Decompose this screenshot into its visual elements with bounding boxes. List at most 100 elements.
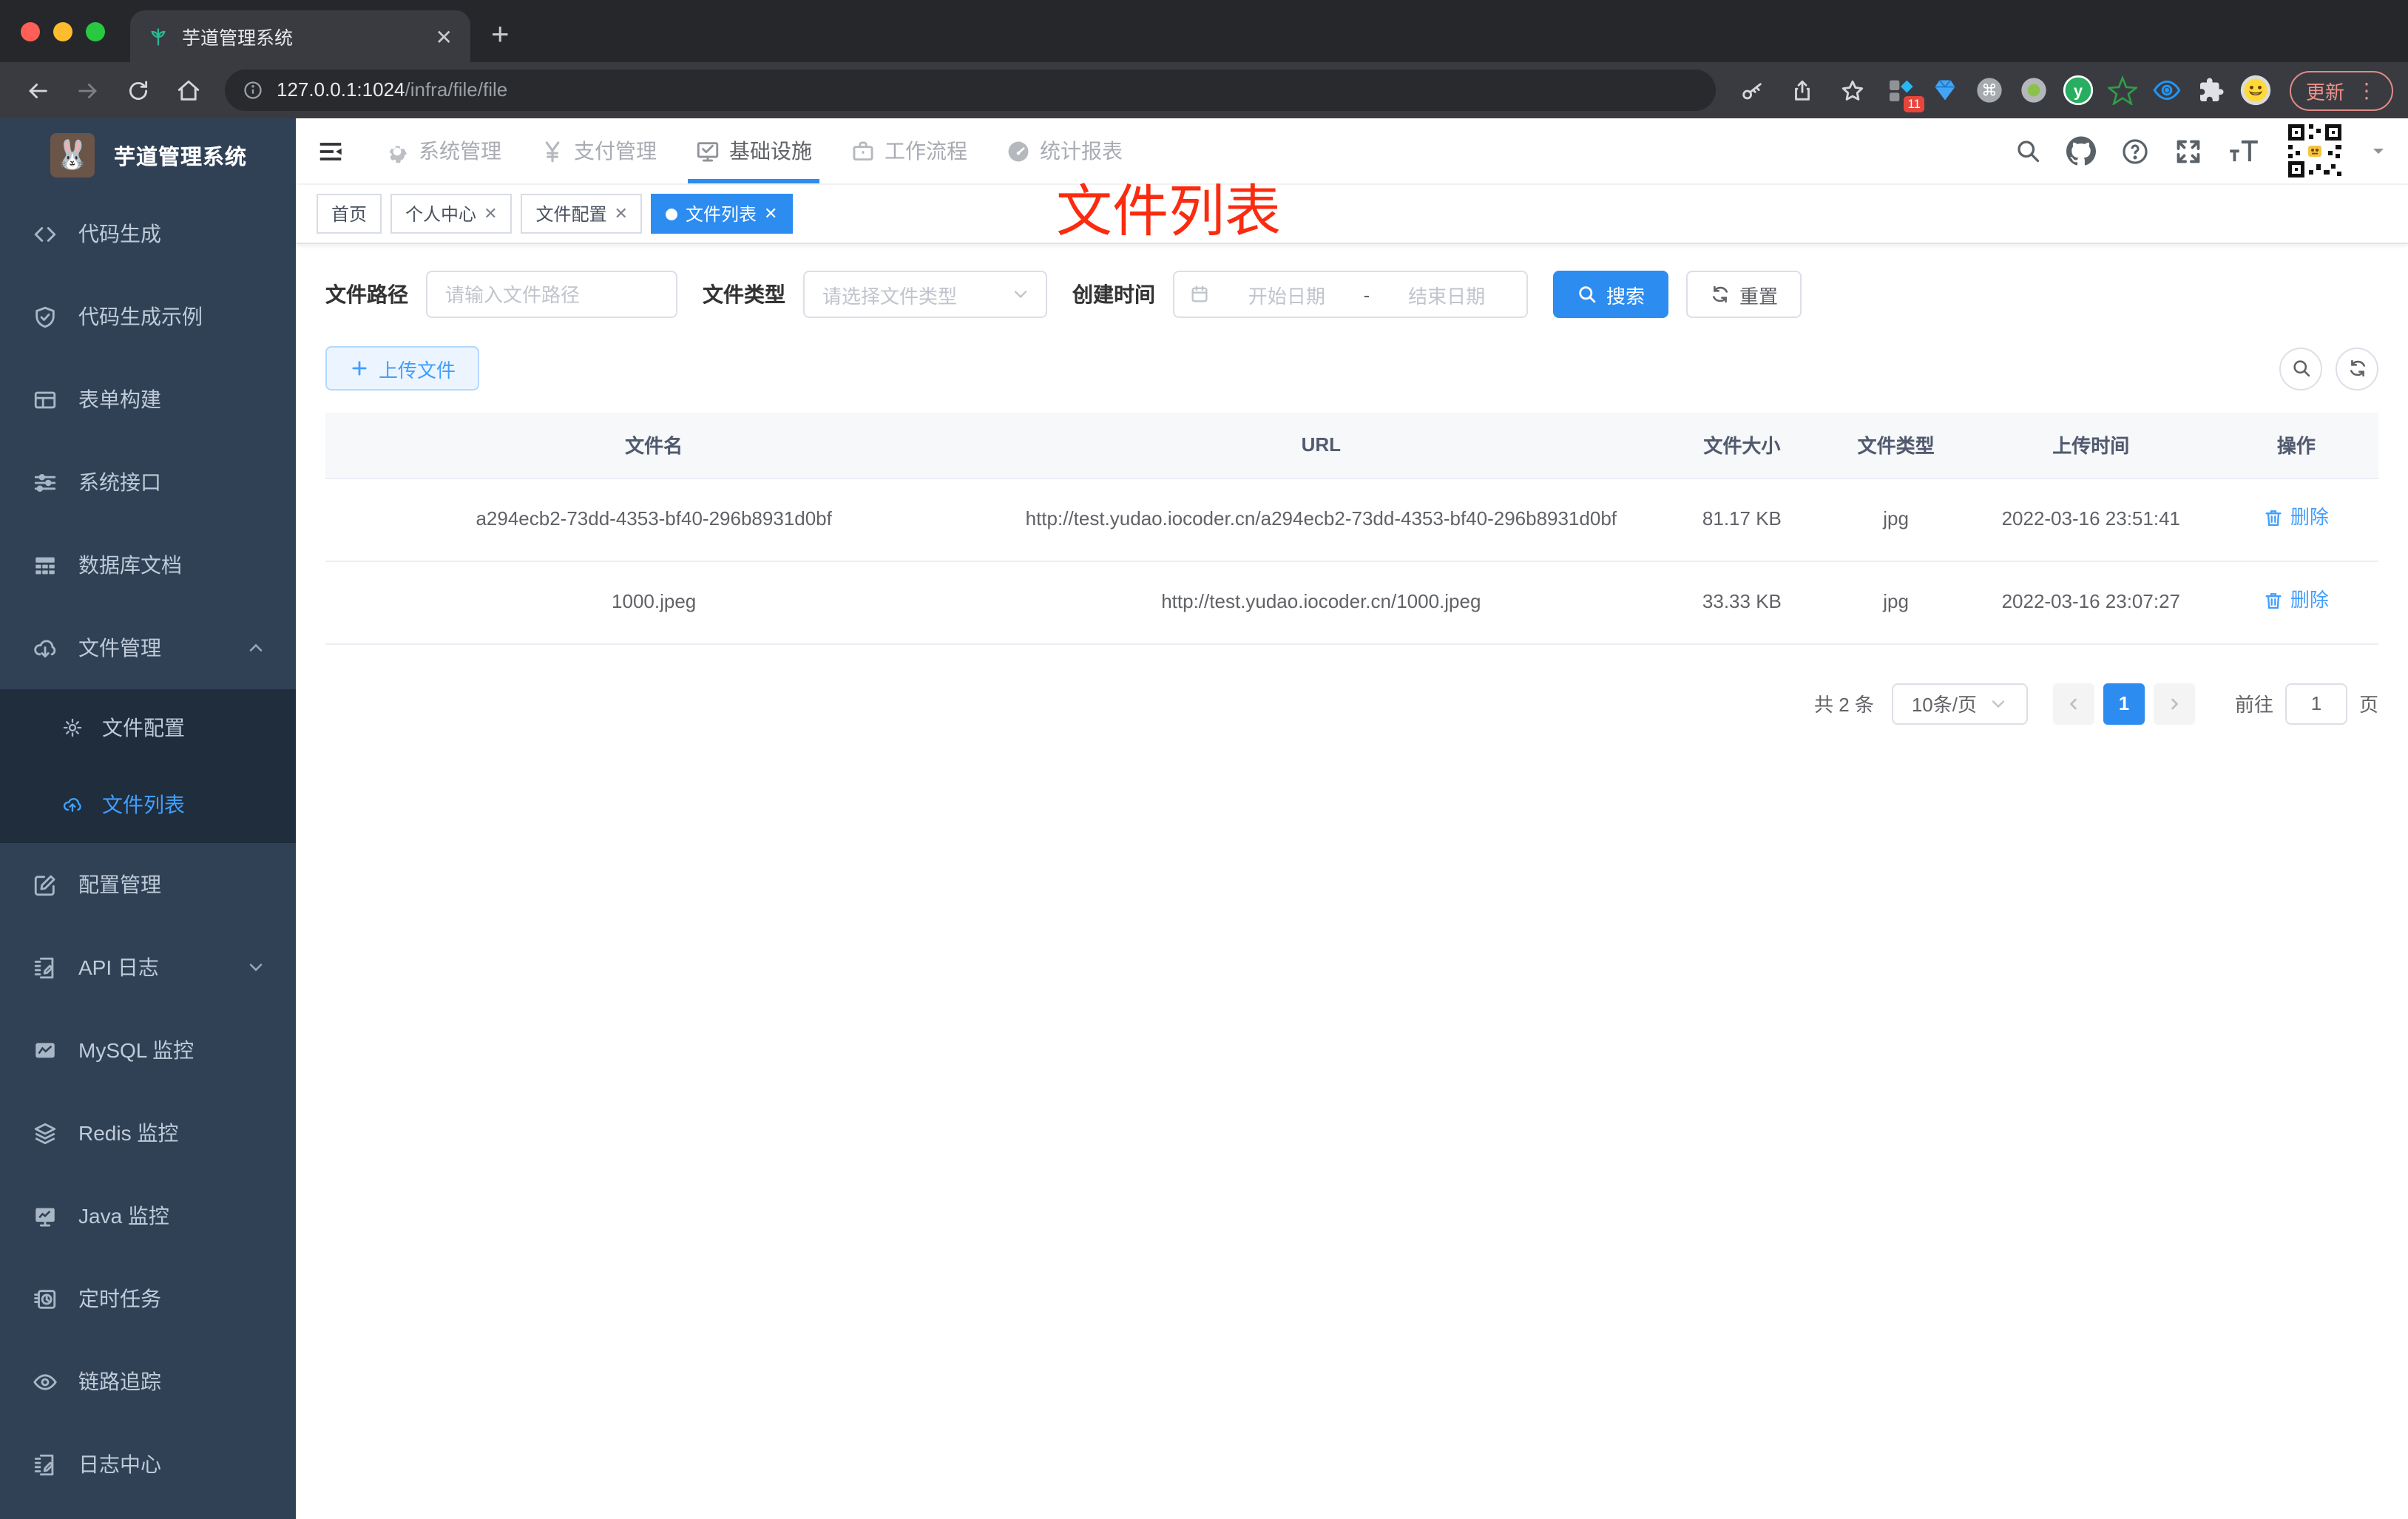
red-annotation-text: 文件列表	[1056, 182, 1282, 244]
tag-home[interactable]: 首页	[317, 194, 382, 234]
browser-tab[interactable]: 芋道管理系统 ✕	[130, 10, 470, 62]
toggle-search-button[interactable]	[2279, 347, 2322, 390]
extension-gem-icon[interactable]	[1926, 71, 1964, 109]
extension-eye-target-icon[interactable]	[2148, 71, 2186, 109]
prev-page-button[interactable]	[2052, 683, 2094, 725]
file-path-input[interactable]	[426, 271, 677, 318]
upload-button-label: 上传文件	[379, 359, 456, 381]
extension-command-icon[interactable]: ⌘	[1970, 71, 2009, 109]
cell-filesize: 33.33 KB	[1660, 561, 1824, 645]
sidebar-item-mysql-monitor[interactable]: MySQL 监控	[0, 1009, 296, 1092]
maximize-window-button[interactable]	[86, 22, 105, 41]
nav-item-workflow[interactable]: 工作流程	[831, 118, 987, 183]
bookmark-star-icon[interactable]	[1831, 68, 1876, 112]
sidebar-item-db-doc[interactable]: 数据库文档	[0, 524, 296, 606]
refresh-icon	[1712, 285, 1728, 303]
database-grid-icon	[35, 556, 55, 574]
sidebar-item-redis-monitor[interactable]: Redis 监控	[0, 1092, 296, 1174]
tag-close-icon[interactable]: ✕	[615, 204, 628, 223]
col-header-filename: 文件名	[325, 413, 983, 478]
nav-item-infrastructure[interactable]: 基础设施	[676, 118, 831, 183]
sidebar-item-config-management[interactable]: 配置管理	[0, 843, 296, 926]
sidebar-item-file-list[interactable]: 文件列表	[0, 766, 296, 843]
sidebar-item-form-builder[interactable]: 表单构建	[0, 358, 296, 441]
table-header-row: 文件名 URL 文件大小 文件类型 上传时间 操作	[325, 413, 2378, 478]
minimize-window-button[interactable]	[53, 22, 72, 41]
fullscreen-icon[interactable]	[2174, 137, 2202, 165]
sidebar-item-log-center[interactable]: 日志中心	[0, 1423, 296, 1506]
nav-item-label: 基础设施	[729, 139, 812, 163]
tag-close-icon[interactable]: ✕	[484, 204, 497, 223]
sidebar-item-code-gen-example[interactable]: 代码生成示例	[0, 275, 296, 358]
end-date-placeholder[interactable]: 结束日期	[1381, 280, 1512, 308]
extension-tampermonkey-icon[interactable]: 11	[1881, 71, 1924, 112]
extension-gray-dot-icon[interactable]	[2015, 71, 2053, 109]
refresh-table-button[interactable]	[2336, 347, 2378, 390]
nav-item-reports[interactable]: 统计报表	[987, 118, 1142, 183]
forward-button[interactable]	[65, 68, 109, 112]
sidebar-item-file-config[interactable]: 文件配置	[0, 689, 296, 766]
page-jump-input[interactable]	[2284, 683, 2347, 725]
date-range-picker[interactable]: 开始日期 - 结束日期	[1173, 271, 1528, 318]
new-tab-button[interactable]: +	[491, 19, 510, 50]
tag-file-config[interactable]: 文件配置 ✕	[521, 194, 643, 234]
sidebar-item-system-api[interactable]: 系统接口	[0, 441, 296, 524]
github-icon[interactable]	[2066, 136, 2096, 166]
sidebar-item-scheduled-jobs[interactable]: 定时任务	[0, 1257, 296, 1340]
file-type-select[interactable]: 请选择文件类型	[803, 271, 1047, 318]
delete-label: 删除	[2290, 505, 2329, 527]
sidebar-item-tracing[interactable]: 链路追踪	[0, 1340, 296, 1423]
trash-icon	[2266, 592, 2282, 609]
next-page-button[interactable]	[2153, 683, 2195, 725]
page-number-current[interactable]: 1	[2103, 683, 2145, 725]
url-bar[interactable]: 127.0.0.1:1024/infra/file/file	[225, 70, 1716, 111]
start-date-placeholder[interactable]: 开始日期	[1222, 280, 1352, 308]
avatar-caret-down-icon[interactable]	[2370, 142, 2387, 160]
tag-file-list[interactable]: 文件列表 ✕	[651, 194, 793, 234]
browser-update-button[interactable]: 更新 ⋮	[2289, 70, 2393, 110]
sidebar-item-file-management[interactable]: 文件管理	[0, 606, 296, 689]
sidebar-item-api-log[interactable]: API 日志	[0, 926, 296, 1009]
extension-y-icon[interactable]: y	[2059, 71, 2097, 109]
sidebar-logo[interactable]: 🐰 芋道管理系统	[0, 118, 296, 192]
nav-item-payment[interactable]: 支付管理	[521, 118, 676, 183]
nav-item-system[interactable]: 系统管理	[365, 118, 521, 183]
monitor-check-icon	[697, 141, 719, 161]
chevron-down-icon	[1014, 291, 1027, 299]
delete-button[interactable]: 删除	[2264, 501, 2329, 533]
upload-file-button[interactable]: 上传文件	[325, 346, 480, 390]
sidebar-item-code-gen[interactable]: 代码生成	[0, 192, 296, 275]
home-button[interactable]	[166, 68, 210, 112]
site-info-icon[interactable]	[243, 80, 263, 101]
nav-item-label: 支付管理	[574, 139, 657, 163]
tag-close-icon[interactable]: ✕	[764, 204, 777, 223]
tab-close-icon[interactable]: ✕	[436, 26, 453, 47]
sidebar-item-label: 日志中心	[78, 1452, 161, 1476]
tag-profile[interactable]: 个人中心 ✕	[390, 194, 513, 234]
password-key-icon[interactable]	[1731, 68, 1775, 112]
window-controls[interactable]	[21, 22, 105, 41]
avatar-qr-code[interactable]	[2285, 121, 2344, 180]
chevron-down-icon	[249, 964, 263, 972]
sidebar-item-java-monitor[interactable]: Java 监控	[0, 1174, 296, 1257]
back-button[interactable]	[15, 68, 59, 112]
browser-menu-dots-icon[interactable]: ⋮	[2356, 78, 2377, 103]
extension-puzzle-icon[interactable]	[2192, 71, 2231, 109]
extension-star-icon[interactable]	[2103, 71, 2142, 109]
cloud-upload-icon	[63, 798, 81, 812]
page-size-select[interactable]: 10条/页	[1891, 683, 2028, 725]
sidebar-collapse-button[interactable]	[296, 118, 365, 183]
header-search-icon[interactable]	[2015, 138, 2041, 164]
close-window-button[interactable]	[21, 22, 40, 41]
help-icon[interactable]	[2121, 137, 2149, 165]
search-button[interactable]: 搜索	[1553, 271, 1669, 318]
extension-emoji-icon[interactable]	[2236, 71, 2275, 109]
share-icon[interactable]	[1781, 68, 1825, 112]
edit-square-icon	[34, 874, 55, 896]
delete-button[interactable]: 删除	[2264, 583, 2329, 616]
font-size-icon[interactable]	[2228, 138, 2260, 164]
reload-button[interactable]	[115, 68, 160, 112]
chevron-down-icon	[1991, 700, 2004, 708]
reset-button[interactable]: 重置	[1686, 271, 1802, 318]
sidebar-item-label: 定时任务	[78, 1287, 161, 1310]
